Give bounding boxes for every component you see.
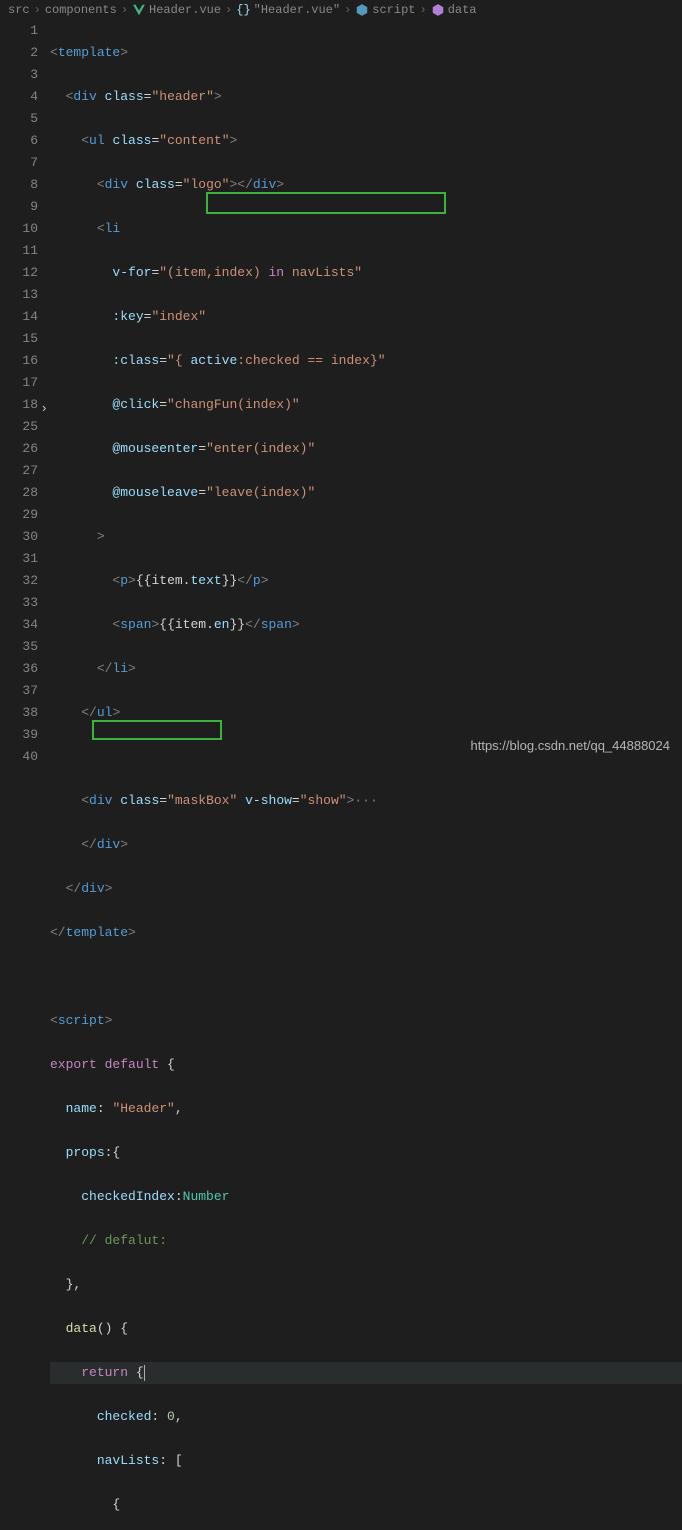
code-line[interactable]: :key="index" [50,306,682,328]
line-number: 32 [0,570,38,592]
code-line[interactable]: <template> [50,42,682,64]
line-gutter: 1 2 3 4 5 6 7 8 9 10 11 12 13 14 15 16 1… [0,20,50,763]
breadcrumb-src[interactable]: src [8,3,30,17]
code-line[interactable]: // defalut: [50,1230,682,1252]
code-line[interactable] [50,966,682,988]
code-line[interactable]: <div class="maskBox" v-show="show">··· [50,790,682,812]
code-line[interactable]: @mouseenter="enter(index)" [50,438,682,460]
line-number: 17 [0,372,38,394]
code-line[interactable]: <li [50,218,682,240]
braces-icon: {} [236,3,250,17]
chevron-right-icon: › [225,3,232,17]
code-line[interactable]: <script> [50,1010,682,1032]
code-line[interactable]: <ul class="content"> [50,130,682,152]
code-line[interactable]: </div> [50,834,682,856]
line-number: 12 [0,262,38,284]
line-number: 25 [0,416,38,438]
line-number: 13 [0,284,38,306]
line-number: 39 [0,724,38,746]
code-line[interactable]: <div class="header"> [50,86,682,108]
code-line[interactable]: :class="{ active:checked == index}" [50,350,682,372]
code-content[interactable]: <template> <div class="header"> <ul clas… [50,20,682,763]
code-line[interactable]: { [50,1494,682,1516]
code-line[interactable]: <div class="logo"></div> [50,174,682,196]
code-line[interactable]: export default { [50,1054,682,1076]
line-number: 31 [0,548,38,570]
code-editor[interactable]: 1 2 3 4 5 6 7 8 9 10 11 12 13 14 15 16 1… [0,20,682,763]
code-line[interactable]: data() { [50,1318,682,1340]
code-line[interactable]: name: "Header", [50,1098,682,1120]
line-number: 2 [0,42,38,64]
code-line[interactable]: <p>{{item.text}}</p> [50,570,682,592]
code-line[interactable]: </ul> [50,702,682,724]
line-number: 33 [0,592,38,614]
code-line[interactable]: return { [50,1362,682,1384]
breadcrumb-script[interactable]: script [355,3,415,17]
code-line[interactable]: navLists: [ [50,1450,682,1472]
code-line[interactable]: </div> [50,878,682,900]
code-line[interactable]: @click="changFun(index)" [50,394,682,416]
code-line[interactable]: </li> [50,658,682,680]
line-number: 29 [0,504,38,526]
watermark: https://blog.csdn.net/qq_44888024 [471,738,671,753]
line-number: 28 [0,482,38,504]
code-line[interactable]: checkedIndex:Number [50,1186,682,1208]
vue-icon [132,3,146,17]
line-number: 35 [0,636,38,658]
cursor [144,1365,145,1381]
breadcrumb-data[interactable]: data [431,3,477,17]
code-line[interactable]: > [50,526,682,548]
line-number: 38 [0,702,38,724]
line-number: 8 [0,174,38,196]
code-line[interactable]: v-for="(item,index) in navLists" [50,262,682,284]
line-number: 10 [0,218,38,240]
line-number: 5 [0,108,38,130]
line-number: 3 [0,64,38,86]
line-number: 36 [0,658,38,680]
line-number: 4 [0,86,38,108]
line-number: 16 [0,350,38,372]
line-number: 30 [0,526,38,548]
line-number: 14 [0,306,38,328]
line-number: 7 [0,152,38,174]
line-number: 1 [0,20,38,42]
line-number: 34 [0,614,38,636]
fold-collapsed-icon[interactable]: › [36,398,48,410]
line-number: 6 [0,130,38,152]
chevron-right-icon: › [34,3,41,17]
breadcrumb-file[interactable]: Header.vue [132,3,221,17]
chevron-right-icon: › [344,3,351,17]
breadcrumb-sym1[interactable]: {} "Header.vue" [236,3,340,17]
cube-icon [431,3,445,17]
line-number: 37 [0,680,38,702]
chevron-right-icon: › [420,3,427,17]
cube-icon [355,3,369,17]
line-number: 18› [0,394,38,416]
code-line[interactable]: checked: 0, [50,1406,682,1428]
code-line[interactable]: </template> [50,922,682,944]
chevron-right-icon: › [121,3,128,17]
line-number: 27 [0,460,38,482]
line-number: 26 [0,438,38,460]
breadcrumb-components[interactable]: components [45,3,117,17]
line-number: 15 [0,328,38,350]
line-number: 9 [0,196,38,218]
code-line[interactable]: }, [50,1274,682,1296]
code-line[interactable]: <span>{{item.en}}</span> [50,614,682,636]
code-line[interactable]: props:{ [50,1142,682,1164]
breadcrumb: src › components › Header.vue › {} "Head… [0,0,682,20]
line-number: 11 [0,240,38,262]
code-line[interactable]: @mouseleave="leave(index)" [50,482,682,504]
